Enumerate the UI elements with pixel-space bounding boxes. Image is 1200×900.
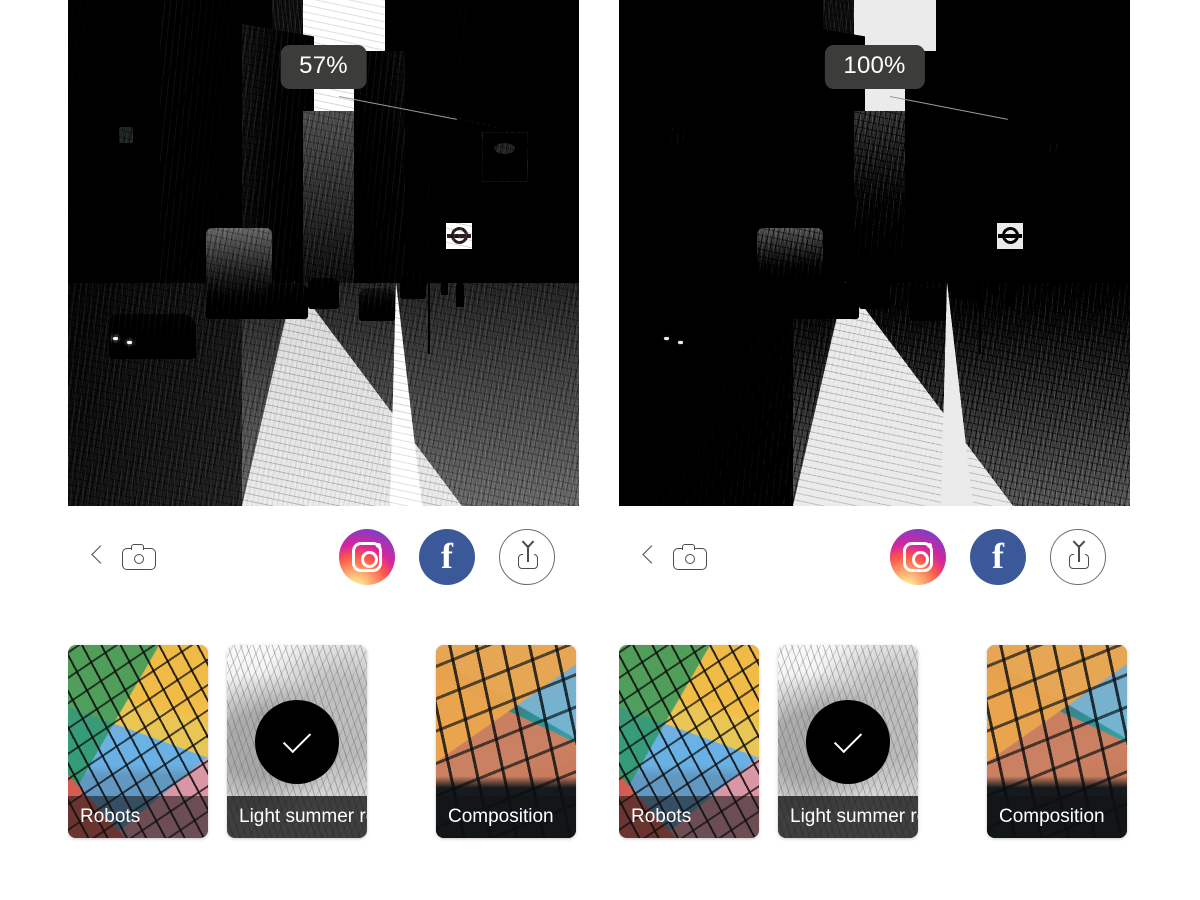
filter-label: Light summer reading — [227, 796, 367, 838]
filter-thumbnail[interactable]: Robots — [619, 645, 759, 838]
facebook-icon[interactable]: f — [970, 529, 1026, 585]
photo-preview[interactable]: 57% — [68, 0, 579, 506]
intensity-badge: 100% — [824, 45, 925, 89]
editor-panel-right: 100% f Robots Light summer r Composition — [619, 0, 1170, 900]
pedestrian-2 — [1007, 283, 1016, 308]
pedestrian-1 — [992, 273, 1000, 296]
left-tools — [641, 544, 707, 570]
action-bar: f — [619, 519, 1130, 595]
car-mid-3 — [359, 288, 396, 322]
pedestrian-3 — [420, 268, 427, 287]
car-foreground — [108, 313, 196, 360]
filter-label: Robots — [68, 796, 208, 838]
chevron-left-icon[interactable] — [641, 544, 657, 570]
sign-pole — [979, 182, 982, 355]
shop-sign-board — [1032, 131, 1079, 183]
filter-thumbnail[interactable]: Robots — [68, 645, 208, 838]
shop-sign-board — [481, 131, 528, 183]
instagram-icon[interactable] — [339, 529, 395, 585]
intensity-badge: 57% — [280, 45, 367, 89]
car-mid-2 — [859, 278, 890, 309]
car-mid-1 — [267, 283, 309, 319]
left-tools — [90, 544, 156, 570]
check-icon — [806, 699, 890, 784]
underground-roundel-sign — [446, 222, 473, 249]
filter-label: Composition — [987, 796, 1127, 838]
screenshot-root: 57% f Robots Light summer r Composition … — [0, 0, 1200, 900]
car-mid-2 — [308, 278, 339, 309]
car-mid-1 — [818, 283, 860, 319]
lamp-pole — [940, 101, 943, 264]
chevron-left-icon[interactable] — [90, 544, 106, 570]
van — [205, 227, 273, 319]
filter-label: Light summer reading — [778, 796, 918, 838]
filter-thumbnail-strip[interactable]: Robots Light summer reading Composition — [68, 645, 619, 838]
filter-thumbnail[interactable]: Composition — [987, 645, 1127, 838]
check-icon — [255, 699, 339, 784]
filter-thumbnail-selected[interactable]: Light summer reading — [227, 645, 367, 838]
pedestrian-3 — [971, 268, 978, 287]
filter-thumbnail-strip[interactable]: Robots Light summer reading Composition — [619, 645, 1170, 838]
share-icon[interactable] — [1050, 529, 1106, 585]
building-right-3 — [354, 50, 406, 304]
camera-icon[interactable] — [122, 544, 156, 570]
instagram-icon[interactable] — [890, 529, 946, 585]
share-tools: f — [890, 529, 1106, 585]
editor-panel-left: 57% f Robots Light summer r Composition — [68, 0, 619, 900]
facebook-icon[interactable]: f — [419, 529, 475, 585]
car-mid-3 — [910, 288, 947, 322]
green-sign — [670, 126, 685, 143]
sign-pole — [428, 182, 431, 355]
pedestrian-2 — [456, 283, 465, 308]
camera-icon[interactable] — [673, 544, 707, 570]
action-bar: f — [68, 519, 579, 595]
underground-roundel-sign — [997, 222, 1024, 249]
green-sign — [119, 126, 134, 143]
share-icon[interactable] — [499, 529, 555, 585]
van — [756, 227, 824, 319]
share-tools: f — [339, 529, 555, 585]
lamp-pole — [389, 101, 392, 264]
filter-label: Composition — [436, 796, 576, 838]
filter-thumbnail-selected[interactable]: Light summer reading — [778, 645, 918, 838]
filter-label: Robots — [619, 796, 759, 838]
photo-preview[interactable]: 100% — [619, 0, 1130, 506]
filter-thumbnail[interactable]: Composition — [436, 645, 576, 838]
car-foreground — [659, 313, 747, 360]
pedestrian-1 — [441, 273, 449, 296]
